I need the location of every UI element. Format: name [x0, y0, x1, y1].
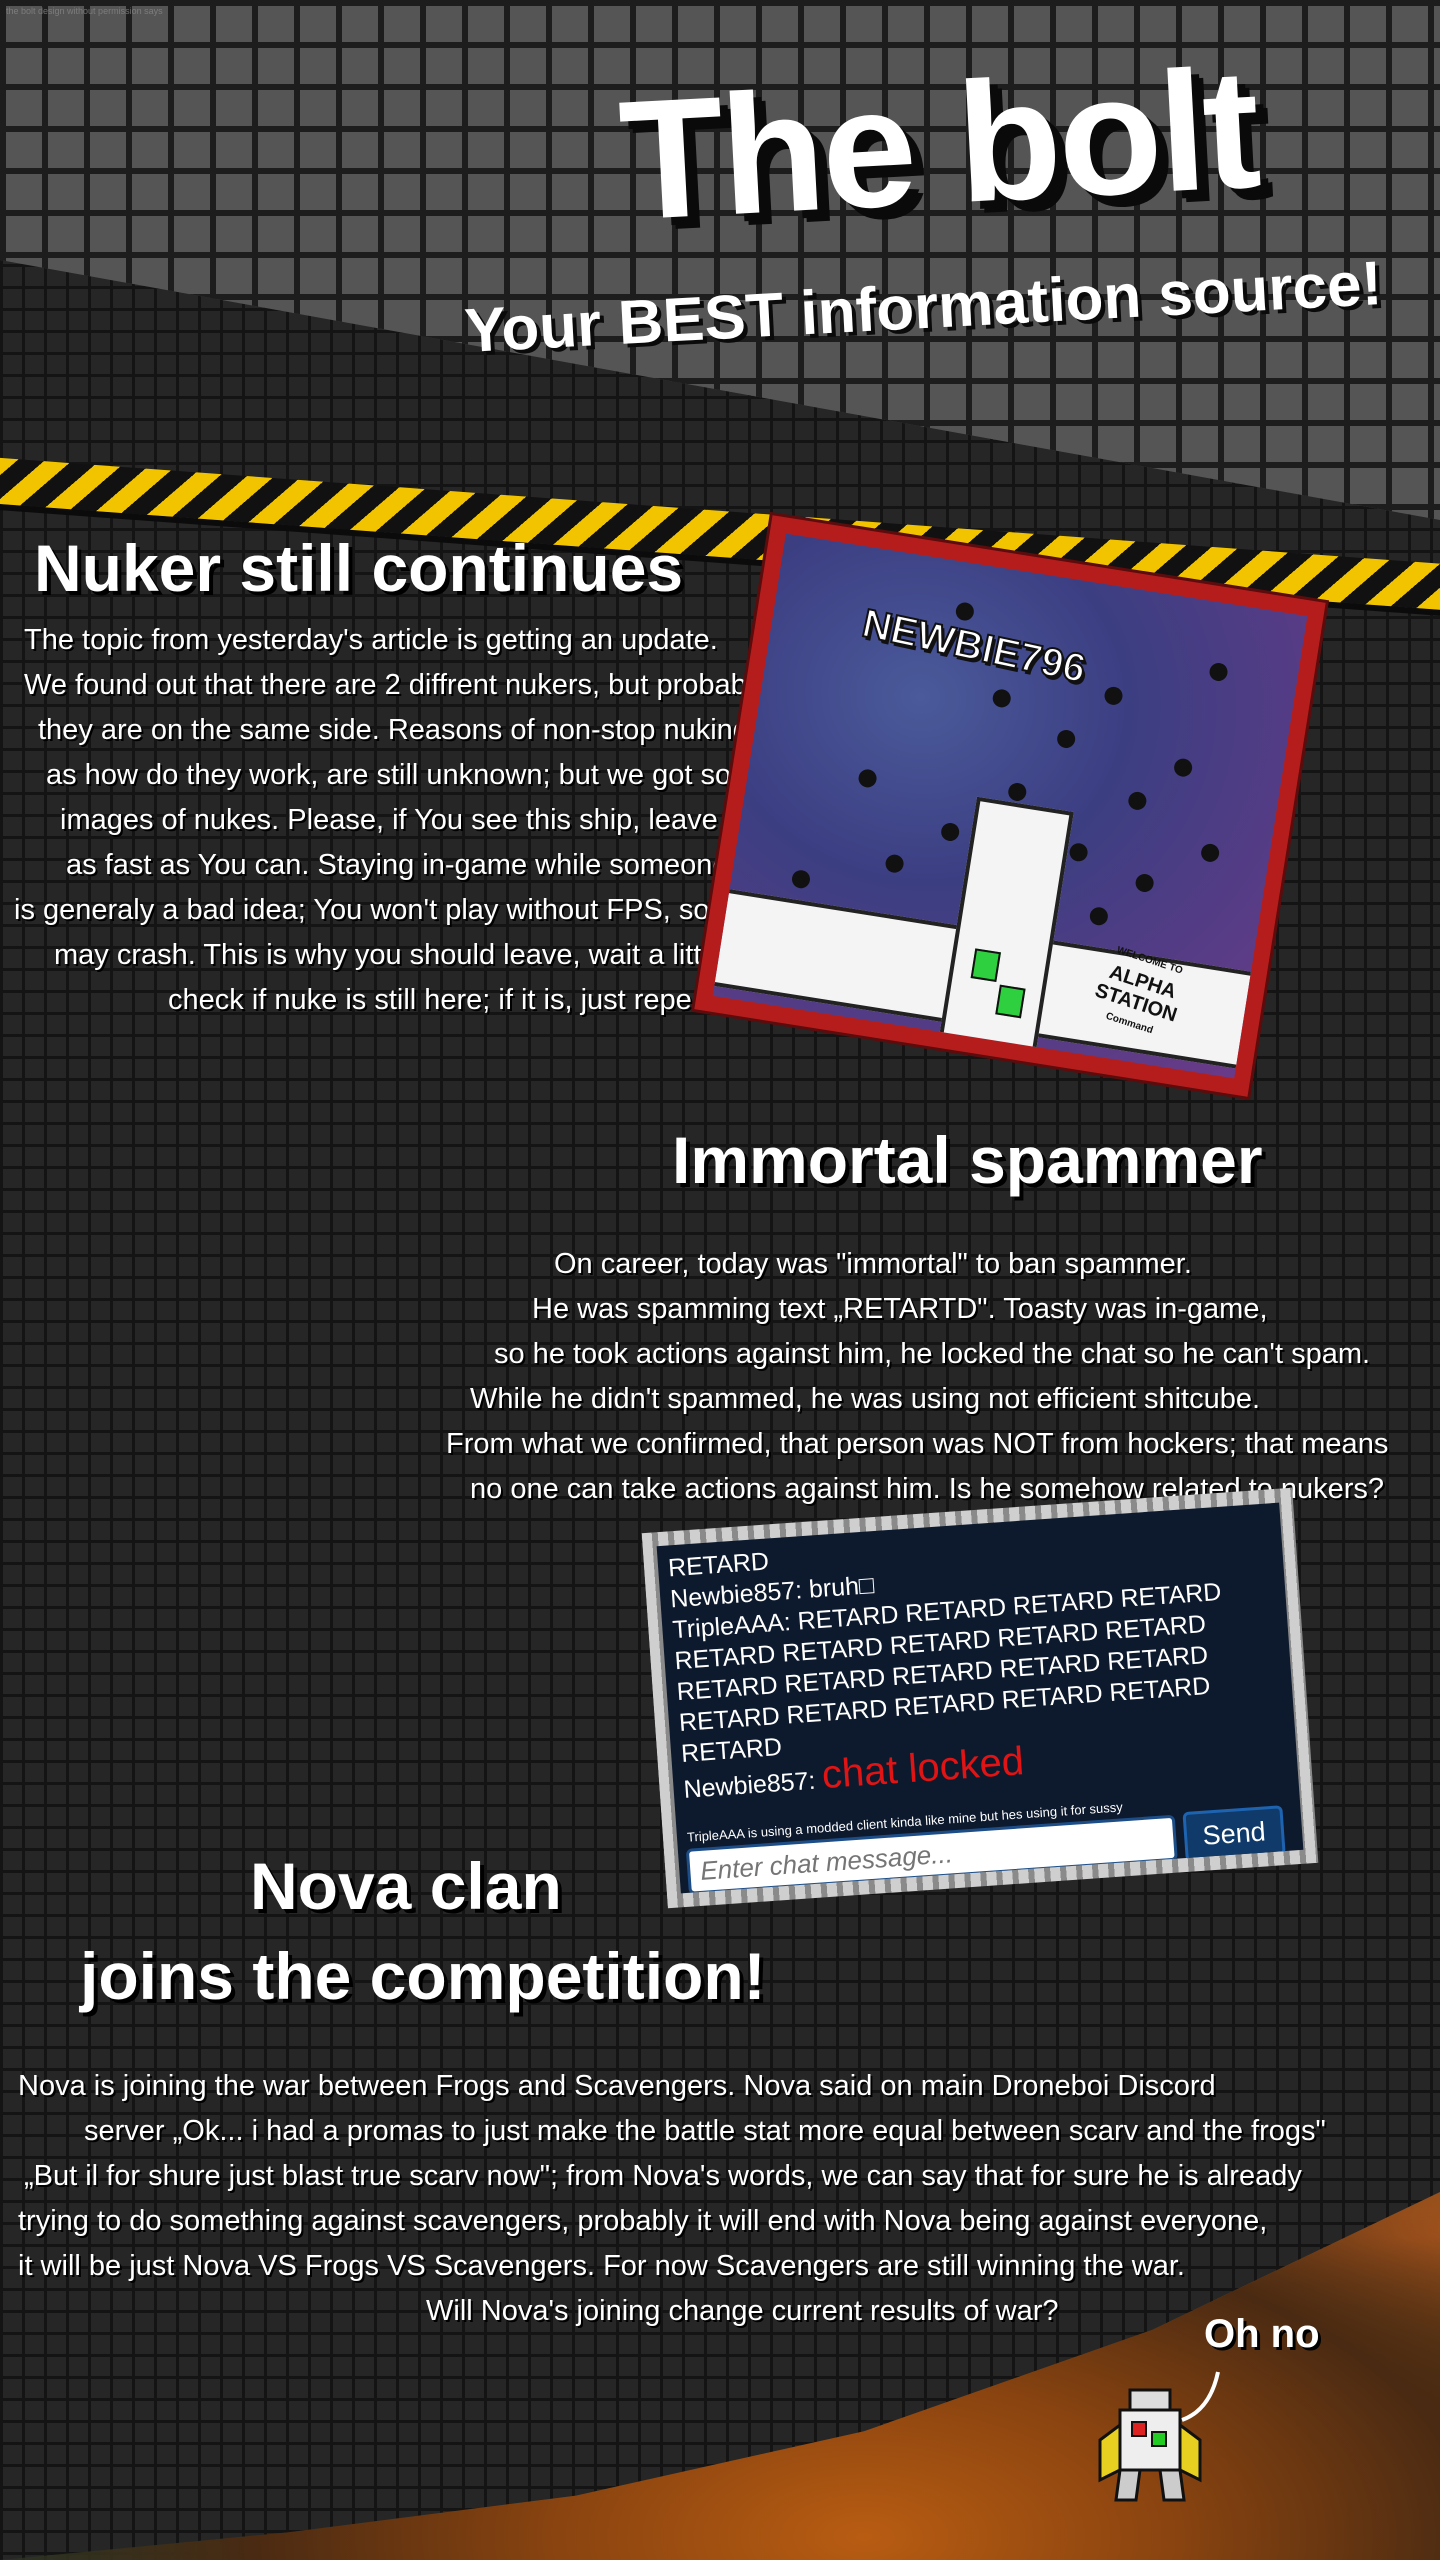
article-heading-spammer: Immortal spammer [672, 1123, 1263, 1197]
speech-tail [1181, 2371, 1220, 2422]
ship-right-wing [1178, 2422, 1202, 2483]
article-line: The topic from yesterday's article is ge… [24, 624, 718, 656]
article-line: so he took actions against him, he locke… [494, 1338, 1371, 1370]
article-line: it will be just Nova VS Frogs VS Scaveng… [18, 2250, 1185, 2282]
chat-screenshot: RETARD Newbie857: bruh□ TripleAAA: RETAR… [641, 1487, 1319, 1909]
article-body-nova: Nova is joining the war between Frogs an… [18, 2064, 1418, 2334]
article-line: trying to do something against scavenger… [18, 2205, 1268, 2237]
ship-green-module [1151, 2431, 1167, 2447]
debris [954, 601, 976, 622]
article-line: We found out that there are 2 diffrent n… [24, 669, 768, 701]
ship-left-wing [1098, 2422, 1122, 2483]
debris [1199, 842, 1221, 864]
page-title: The bolt [615, 33, 1262, 257]
spaceship-drawing [1098, 2371, 1220, 2502]
article-line: „But il for shure just blast true scarv … [24, 2160, 1302, 2192]
debris [884, 853, 905, 874]
nuke-screenshot-scene: NEWBIE796 WELCOME TO ALPHA STATION Comma… [712, 533, 1308, 1079]
debris [1006, 781, 1028, 803]
debris [1088, 905, 1110, 927]
ship-body [1118, 2408, 1182, 2472]
ship-top [1128, 2388, 1172, 2412]
article-heading-nova-line2: joins the competition! [80, 1939, 766, 2013]
debris [1055, 728, 1077, 750]
debris [790, 868, 812, 890]
ship-right-thruster [1158, 2468, 1186, 2502]
green-light [970, 948, 1001, 983]
article-line: From what we confirmed, that person was … [446, 1428, 1389, 1460]
send-button[interactable]: Send [1182, 1805, 1286, 1863]
article-line: On career, today was "immortal" to ban s… [554, 1248, 1192, 1280]
article-body-spammer: On career, today was "immortal" to ban s… [440, 1242, 1420, 1512]
debris [1103, 685, 1124, 707]
ship-red-module [1131, 2421, 1147, 2437]
player-nickname-tag: NEWBIE796 [857, 600, 1090, 692]
nuke-screenshot: NEWBIE796 WELCOME TO ALPHA STATION Comma… [694, 515, 1326, 1097]
debris [991, 688, 1013, 709]
debris [1127, 790, 1148, 812]
article-heading-nuker: Nuker still continues [34, 531, 684, 605]
debris [1208, 661, 1229, 683]
article-line: He was spamming text „RETARTD". Toasty w… [532, 1293, 1268, 1325]
ship-caption: Oh no [1204, 2312, 1320, 2356]
article-line: server „Ok... i had a promas to just mak… [84, 2115, 1326, 2147]
article-heading-nova-line1: Nova clan [250, 1849, 562, 1923]
debris [1134, 872, 1155, 894]
debris [939, 821, 961, 843]
chat-log: RETARD Newbie857: bruh□ TripleAAA: RETAR… [667, 1511, 1287, 1806]
article-line: While he didn't spammed, he was using no… [470, 1383, 1261, 1415]
debris [1172, 757, 1194, 778]
chat-panel: RETARD Newbie857: bruh□ TripleAAA: RETAR… [656, 1502, 1304, 1894]
green-light [995, 984, 1026, 1019]
watermark: the bolt design without permission says [6, 6, 163, 16]
article-line: Nova is joining the war between Frogs an… [18, 2070, 1216, 2102]
ship-left-thruster [1114, 2468, 1142, 2502]
debris [857, 768, 878, 789]
debris [1068, 842, 1089, 863]
chat-sender: Newbie857: [682, 1766, 824, 1804]
